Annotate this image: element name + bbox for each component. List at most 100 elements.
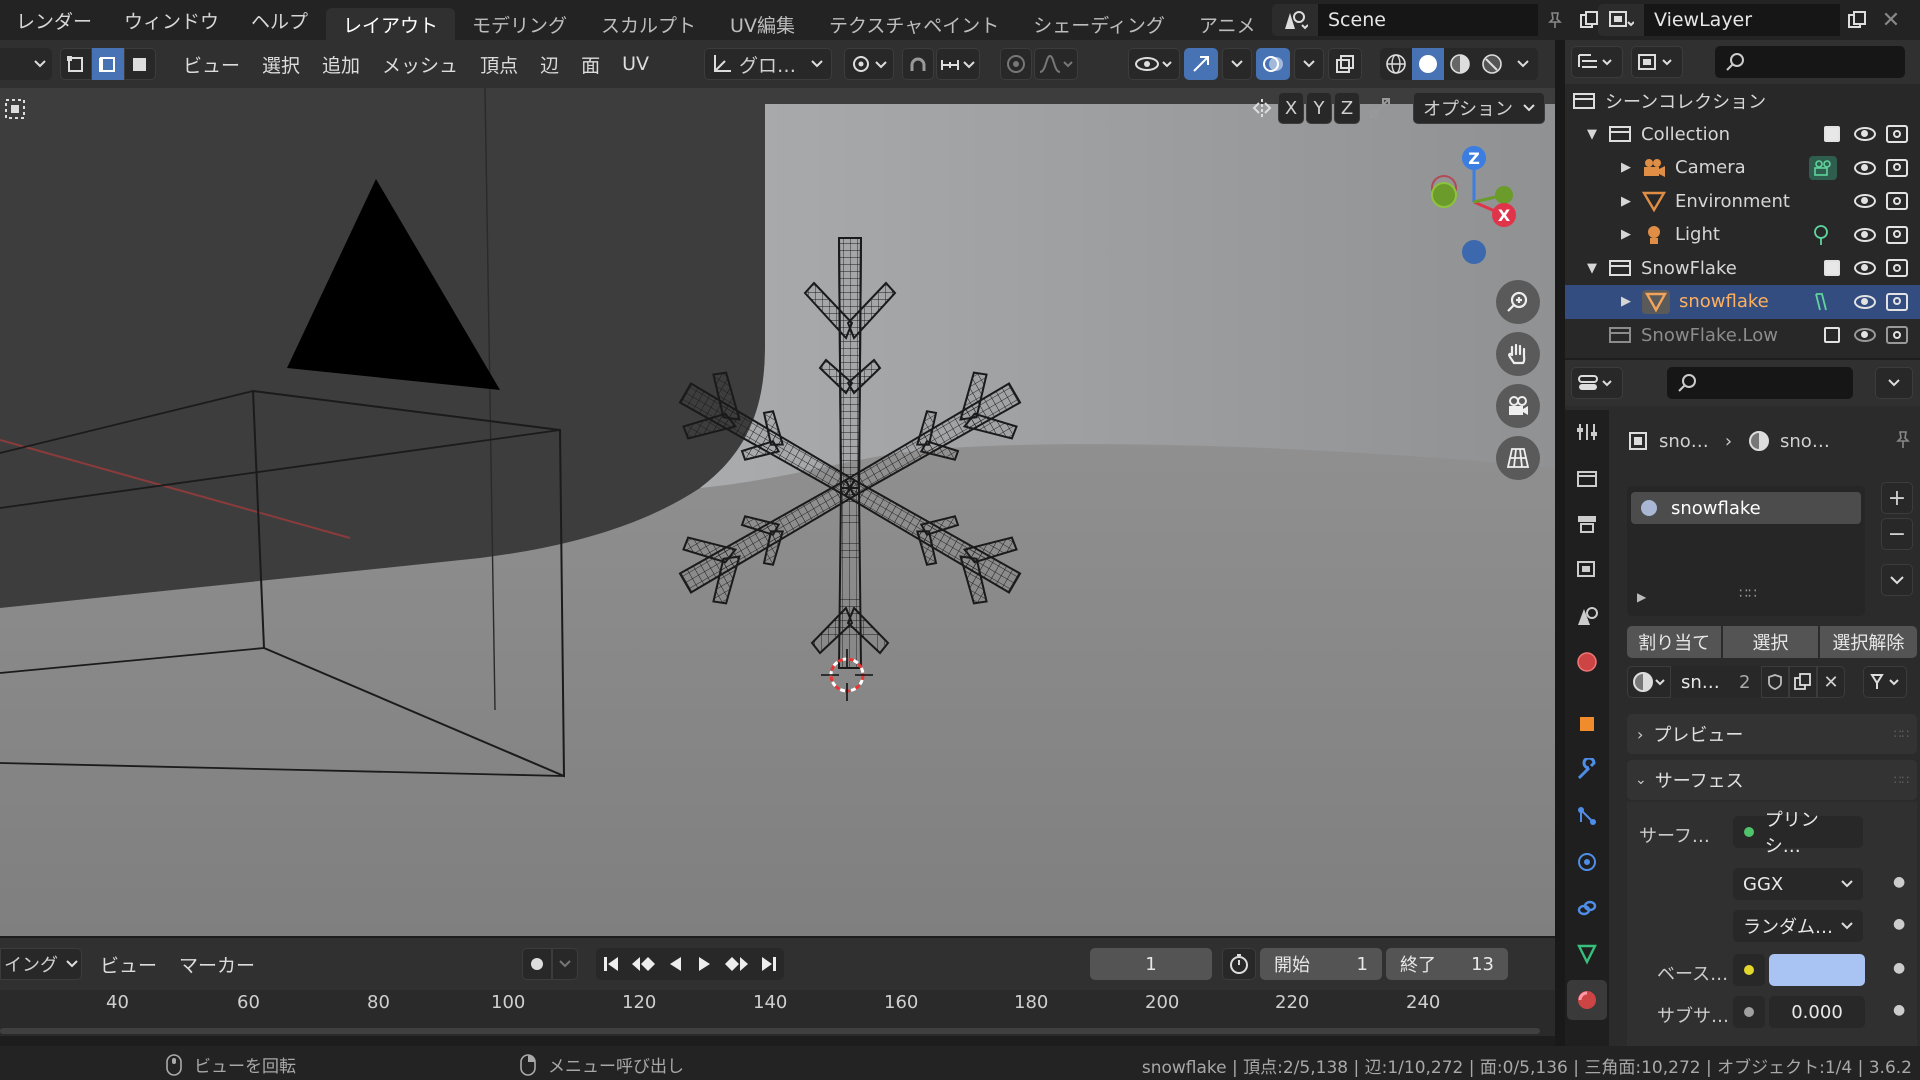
zoom-icon[interactable] (1496, 280, 1540, 324)
visibility-eye-icon[interactable] (1854, 261, 1876, 276)
new-view-layer-icon[interactable] (1840, 4, 1874, 36)
expand-arrow-icon[interactable]: ▶ (1621, 194, 1641, 209)
rendered-shading-icon[interactable] (1476, 48, 1508, 80)
visibility-eye-icon[interactable] (1854, 227, 1876, 242)
subsurface-value-field[interactable]: 0.000 (1769, 996, 1865, 1028)
wireframe-shading-icon[interactable] (1380, 48, 1412, 80)
select-box-tool-icon[interactable] (0, 94, 30, 124)
deselect-button[interactable]: 選択解除 (1819, 626, 1917, 658)
material-name-field[interactable]: sn… (1671, 666, 1733, 698)
menu-edge[interactable]: 辺 (529, 51, 570, 78)
drag-handle-icon[interactable]: ∷∷ (1894, 773, 1909, 787)
preview-panel-header[interactable]: › プレビュー ∷∷ (1627, 714, 1917, 754)
properties-options-dropdown[interactable] (1875, 367, 1913, 399)
tab-layout[interactable]: レイアウト (326, 8, 456, 40)
transform-orientation-dropdown[interactable]: グロ… (704, 48, 832, 80)
overlays-dropdown[interactable] (1294, 48, 1324, 80)
expand-arrow-icon[interactable]: ▶ (1621, 160, 1641, 175)
physics-tab-icon[interactable] (1567, 842, 1607, 882)
record-icon[interactable] (522, 948, 552, 980)
mirror-y-button[interactable]: Y (1306, 92, 1332, 124)
keying-dropdown[interactable] (552, 948, 578, 980)
expand-arrow-icon[interactable]: ▶ (1621, 294, 1641, 309)
drag-handle-icon[interactable]: ∷∷ (1894, 727, 1909, 741)
proportional-edit-icon[interactable] (1000, 48, 1032, 80)
tab-sculpt[interactable]: スカルプト (584, 8, 713, 40)
select-button[interactable]: 選択 (1723, 626, 1818, 658)
menu-uv[interactable]: UV (611, 53, 660, 75)
timeline-ruler[interactable]: 40 60 80 100 120 140 160 180 200 220 240 (0, 990, 1555, 1036)
menu-add[interactable]: 追加 (311, 51, 371, 78)
menu-window[interactable]: ウィンドウ (108, 0, 235, 40)
expand-arrow-icon[interactable]: ▶ (1621, 227, 1641, 242)
pin-icon[interactable] (1889, 426, 1917, 454)
base-color-socket[interactable] (1733, 954, 1765, 986)
constraints-tab-icon[interactable] (1567, 888, 1607, 928)
outliner-item-snowflake[interactable]: ▶ snowflake (1565, 285, 1920, 319)
frame-start-field[interactable]: 開始 1 (1260, 948, 1382, 980)
tab-modeling[interactable]: モデリング (455, 8, 584, 40)
tab-texture-paint[interactable]: テクスチャペイント (812, 8, 1016, 40)
jump-end-icon[interactable] (754, 948, 784, 980)
xray-toggle-icon[interactable] (1328, 48, 1362, 80)
mirror-x-button[interactable]: X (1278, 92, 1304, 124)
fake-user-shield-icon[interactable] (1761, 666, 1789, 698)
browse-material-icon[interactable] (1627, 666, 1671, 698)
outliner-item-light[interactable]: ▶ Light (1565, 218, 1920, 252)
navigation-gizmo[interactable]: Z X (1412, 140, 1522, 270)
pivot-point-dropdown[interactable] (844, 48, 894, 80)
menu-face[interactable]: 面 (570, 51, 611, 78)
mirror-z-button[interactable]: Z (1334, 92, 1360, 124)
surface-shader-field[interactable]: プリンシ… (1733, 810, 1863, 857)
base-color-swatch[interactable] (1769, 954, 1865, 986)
subsurface-method-dropdown[interactable]: ランダム… (1733, 910, 1863, 942)
duplicate-material-icon[interactable] (1789, 666, 1817, 698)
current-frame-field[interactable]: 1 (1090, 948, 1212, 980)
modifier-tab-icon[interactable] (1567, 750, 1607, 790)
render-camera-icon[interactable] (1886, 259, 1908, 278)
expand-arrow-icon[interactable]: ▼ (1587, 127, 1607, 142)
expand-arrow-icon[interactable]: ▼ (1587, 261, 1607, 276)
subsurface-socket[interactable] (1733, 996, 1765, 1028)
visibility-eye-icon[interactable] (1854, 127, 1876, 142)
render-camera-icon[interactable] (1886, 158, 1908, 177)
link-dropdown[interactable] (1863, 666, 1907, 698)
visibility-dropdown[interactable] (1128, 48, 1180, 80)
render-camera-icon[interactable] (1886, 225, 1908, 244)
3d-viewport[interactable]: X Y Z オプション Z X (0, 88, 1555, 936)
list-expand-arrow-icon[interactable]: ▶ (1637, 590, 1646, 604)
view-layer-tab-icon[interactable] (1567, 550, 1607, 590)
auto-merge-icon[interactable] (1362, 92, 1398, 124)
timeline-menu-view[interactable]: ビュー (82, 951, 168, 978)
scene-browse-icon[interactable] (1272, 4, 1318, 36)
play-icon[interactable] (690, 948, 720, 980)
object-tab-icon[interactable] (1567, 704, 1607, 744)
data-tab-icon[interactable] (1567, 934, 1607, 974)
tool-tab-icon[interactable] (1567, 412, 1607, 452)
pin-scene-icon[interactable] (1538, 4, 1572, 36)
mesh-data-icon[interactable] (1810, 290, 1832, 314)
render-camera-icon[interactable] (1886, 125, 1908, 144)
outliner-item-environment[interactable]: ▶ Environment (1565, 185, 1920, 219)
exclude-checkbox[interactable] (1824, 327, 1840, 344)
snap-target-dropdown[interactable] (936, 48, 980, 80)
timeline-menu-marker[interactable]: マーカー (168, 951, 266, 978)
render-camera-icon[interactable] (1886, 326, 1908, 345)
scene-tab-icon[interactable] (1567, 596, 1607, 636)
visibility-eye-icon[interactable] (1854, 328, 1876, 343)
editor-type-dropdown[interactable] (1571, 46, 1623, 78)
material-tab-icon[interactable] (1567, 980, 1607, 1020)
outliner-item-collection[interactable]: ▼ Collection (1565, 118, 1920, 152)
slot-specials-dropdown[interactable] (1881, 564, 1913, 596)
visibility-eye-icon[interactable] (1854, 294, 1876, 309)
output-tab-icon[interactable] (1567, 504, 1607, 544)
add-slot-button[interactable]: + (1881, 482, 1913, 514)
exclude-checkbox[interactable] (1824, 126, 1840, 143)
tab-animation[interactable]: アニメーシ (1182, 8, 1256, 40)
menu-select[interactable]: 選択 (251, 51, 311, 78)
keyframe-dot-icon[interactable]: ● (1893, 1002, 1905, 1018)
menu-vertex[interactable]: 頂点 (469, 51, 529, 78)
material-slot-item[interactable]: snowflake (1631, 492, 1861, 524)
next-keyframe-icon[interactable] (720, 948, 754, 980)
menu-mesh[interactable]: メッシュ (371, 51, 469, 78)
